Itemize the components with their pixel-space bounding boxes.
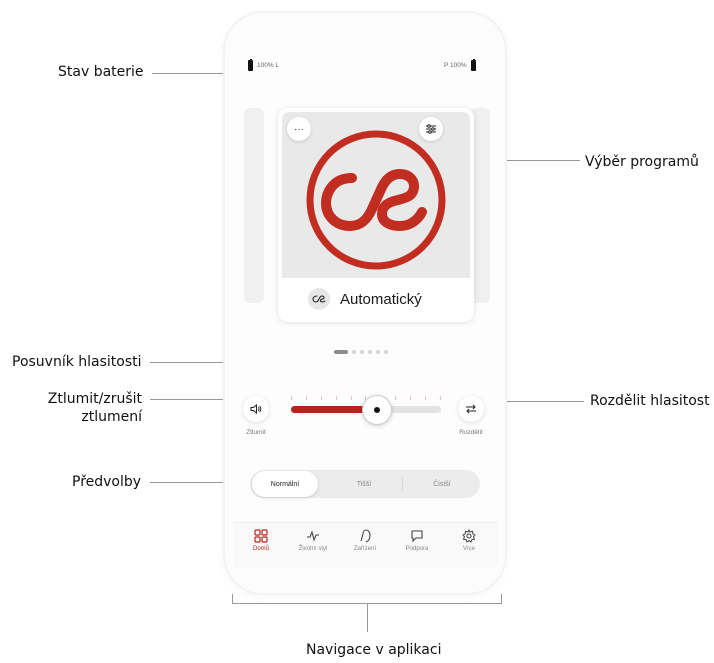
volume-tick — [305, 396, 307, 400]
bottom-navigation: Domů Životní styl Zařízení Podpora Více — [233, 522, 497, 568]
program-settings-button[interactable] — [419, 117, 443, 141]
pager-dot[interactable] — [376, 350, 380, 354]
callout-mute-line2: ztlumení — [81, 409, 142, 425]
pager-dot[interactable] — [360, 350, 364, 354]
battery-left-label: 100% L — [257, 62, 280, 69]
nav-label: Životní styl — [298, 546, 328, 552]
preset-normal[interactable]: Normální — [252, 471, 318, 497]
volume-tick — [425, 396, 427, 400]
activity-icon — [307, 530, 319, 542]
mute-label: Ztlumit — [246, 429, 266, 436]
callout-split: Rozdělit hlasitost — [590, 393, 710, 409]
nav-label: Podpora — [405, 546, 429, 552]
program-card-previous[interactable] — [244, 108, 264, 303]
battery-icon — [248, 59, 253, 71]
nav-item-lifestyle[interactable]: Životní styl — [287, 529, 339, 552]
nav-item-devices[interactable]: Zařízení — [339, 529, 391, 552]
battery-left: 100% L — [248, 59, 280, 71]
callout-volume-slider: Posuvník hlasitosti — [12, 354, 142, 370]
grid-icon — [254, 529, 268, 543]
battery-icon — [470, 59, 476, 71]
nav-item-home[interactable]: Domů — [235, 529, 287, 552]
preset-divider — [402, 477, 403, 491]
volume-tick — [335, 396, 337, 400]
program-label: Automatický — [308, 288, 422, 310]
chat-icon — [411, 530, 423, 543]
volume-tick — [439, 396, 441, 400]
program-pager[interactable] — [334, 350, 388, 354]
sliders-icon — [426, 124, 436, 134]
pager-dot[interactable] — [384, 350, 388, 354]
mute-button[interactable] — [243, 396, 269, 422]
callout-mute-line1: Ztlumit/zrušit — [47, 391, 142, 407]
more-options-icon: ··· — [294, 123, 304, 135]
callout-battery: Stav baterie — [58, 64, 144, 80]
speaker-icon — [250, 403, 262, 415]
program-name: Automatický — [340, 290, 422, 308]
program-image — [282, 112, 470, 278]
volume-tick — [320, 396, 322, 400]
nav-label: Více — [462, 546, 475, 552]
program-card[interactable]: ··· Automatický — [278, 108, 474, 322]
split-arrows-icon — [466, 404, 476, 414]
preset-quieter[interactable]: Tišší — [328, 470, 400, 498]
navigation-bracket-tick — [367, 604, 368, 632]
volume-tick — [395, 396, 397, 400]
nav-item-more[interactable]: Více — [443, 529, 495, 552]
callout-navigation: Navigace v aplikaci — [306, 642, 442, 658]
pager-dot[interactable] — [352, 350, 356, 354]
volume-tick — [291, 396, 292, 400]
nav-label: Domů — [252, 546, 269, 552]
more-options-button[interactable]: ··· — [287, 117, 311, 141]
preset-clearer[interactable]: Čistší — [406, 470, 478, 498]
split-label: Rozdělit — [459, 429, 483, 436]
gear-icon — [462, 529, 476, 543]
battery-right-label: P 100% — [444, 62, 467, 69]
nav-item-support[interactable]: Podpora — [391, 529, 443, 552]
nav-label: Zařízení — [353, 546, 376, 552]
callout-program: Výběr programů — [585, 154, 699, 170]
presets-control[interactable]: Normální Tišší Čistší — [250, 470, 480, 498]
pager-dot[interactable] — [368, 350, 372, 354]
program-logo-icon — [306, 130, 446, 270]
callout-presets: Předvolby — [72, 474, 142, 490]
volume-slider-thumb[interactable] — [362, 395, 392, 425]
volume-tick — [350, 396, 352, 400]
program-mini-logo-icon — [308, 288, 330, 310]
hearing-aid-icon — [360, 529, 371, 543]
battery-right: P 100% — [444, 59, 476, 71]
navigation-bracket — [232, 594, 502, 604]
split-volume-button[interactable] — [458, 396, 484, 422]
volume-tick — [410, 396, 412, 400]
pager-dot[interactable] — [334, 350, 348, 354]
